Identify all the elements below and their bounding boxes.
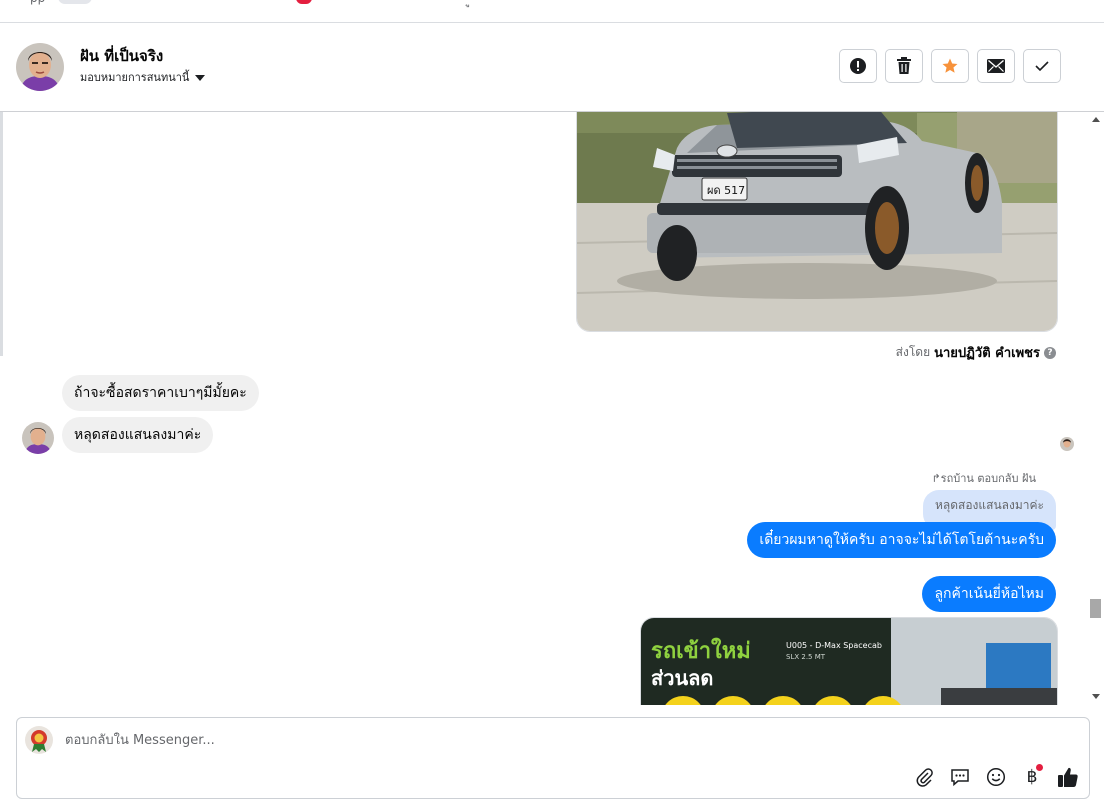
mark-unread-button[interactable]: [977, 49, 1015, 83]
contact-avatar-small: [22, 422, 54, 454]
chat-bubble-icon: [951, 769, 969, 787]
license-plate: ผด 517: [707, 184, 745, 197]
conversation-header: ฝัน ที่เป็นจริง มอบหมายการสนทนานี้: [0, 23, 1104, 112]
promo-image-attachment[interactable]: รถเข้าใหม่ ส่วนลด U005 - D-Max Spacecab …: [640, 617, 1058, 705]
promo-subline: ส่วนลด: [651, 666, 713, 690]
incoming-message[interactable]: ถ้าจะซื้อสดราคาเบาๆมีมั้ยคะ: [62, 375, 259, 411]
sent-by-name[interactable]: นายปฏิวัติ คำเพชร: [934, 342, 1040, 363]
top-nav-pill[interactable]: [58, 0, 92, 4]
attach-button[interactable]: [913, 766, 935, 788]
top-nav-text: pp: [30, 0, 45, 5]
mark-spam-button[interactable]: [839, 49, 877, 83]
help-icon[interactable]: ?: [1044, 346, 1056, 359]
like-button[interactable]: [1057, 766, 1079, 788]
reply-input[interactable]: [65, 730, 665, 750]
notification-badge: [296, 0, 312, 4]
trash-icon: [897, 57, 911, 74]
thread-scrollbar[interactable]: [1088, 112, 1104, 705]
assign-conversation-dropdown[interactable]: มอบหมายการสนทนานี้: [80, 68, 206, 86]
car-photo-attachment[interactable]: ผด 517: [576, 112, 1058, 332]
conversation-toolbar: [839, 49, 1061, 83]
contact-avatar[interactable]: [16, 43, 64, 91]
promo-spec: SLX 2.5 MT: [786, 653, 826, 661]
notification-dot: [1036, 764, 1043, 771]
alert-icon: [850, 58, 866, 74]
scroll-down-arrow-icon[interactable]: [1092, 694, 1100, 699]
baht-icon: ฿: [1026, 767, 1038, 787]
scroll-up-arrow-icon[interactable]: [1092, 117, 1100, 122]
composer-toolbar: ฿: [913, 764, 1079, 788]
sent-by-prefix: ส่งโดย: [895, 345, 931, 359]
star-icon: [942, 58, 958, 73]
page-avatar: [25, 726, 53, 754]
reply-context-label: ↱รถบ้าน ตอบกลับ ฝัน: [931, 472, 1036, 485]
mail-icon: [987, 59, 1005, 73]
check-icon: [1035, 61, 1049, 72]
scroll-thumb[interactable]: [1090, 599, 1101, 618]
saved-replies-button[interactable]: [949, 766, 971, 788]
outgoing-message[interactable]: ลูกค้าเน้นยี่ห้อไหม: [922, 576, 1056, 612]
assign-label: มอบหมายการสนทนานี้: [80, 71, 190, 84]
emoji-button[interactable]: [985, 766, 1007, 788]
read-receipt-avatar: [1060, 437, 1074, 451]
reply-composer: ฿: [16, 717, 1090, 799]
chevron-down-icon: [195, 74, 206, 81]
incoming-message[interactable]: หลุดสองแสนลงมาค่ะ: [62, 417, 214, 453]
sent-by-line: ส่งโดย นายปฏิวัติ คำเพชร ?: [896, 342, 1056, 363]
follow-up-star-button[interactable]: [931, 49, 969, 83]
contact-name[interactable]: ฝัน ที่เป็นจริง: [80, 44, 163, 68]
payment-button[interactable]: ฿: [1021, 764, 1043, 788]
outgoing-message[interactable]: เดี๋ยวผมหาดูให้ครับ อาจจะไม่ได้โตโยต้านะ…: [747, 522, 1056, 558]
smiley-icon: [986, 767, 1006, 787]
mark-done-button[interactable]: [1023, 49, 1061, 83]
paperclip-icon: [916, 768, 933, 787]
promo-headline: รถเข้าใหม่: [651, 637, 751, 664]
top-nav-strip: pp ู: [0, 0, 1104, 23]
message-thread[interactable]: ผด 517 ส่งโดย นายปฏิวัติ คำเพชร ? ถ้าจะซ…: [0, 112, 1088, 705]
thumbs-up-icon: [1058, 767, 1078, 787]
delete-button[interactable]: [885, 49, 923, 83]
promo-tag: U005 - D-Max Spacecab: [786, 641, 882, 650]
